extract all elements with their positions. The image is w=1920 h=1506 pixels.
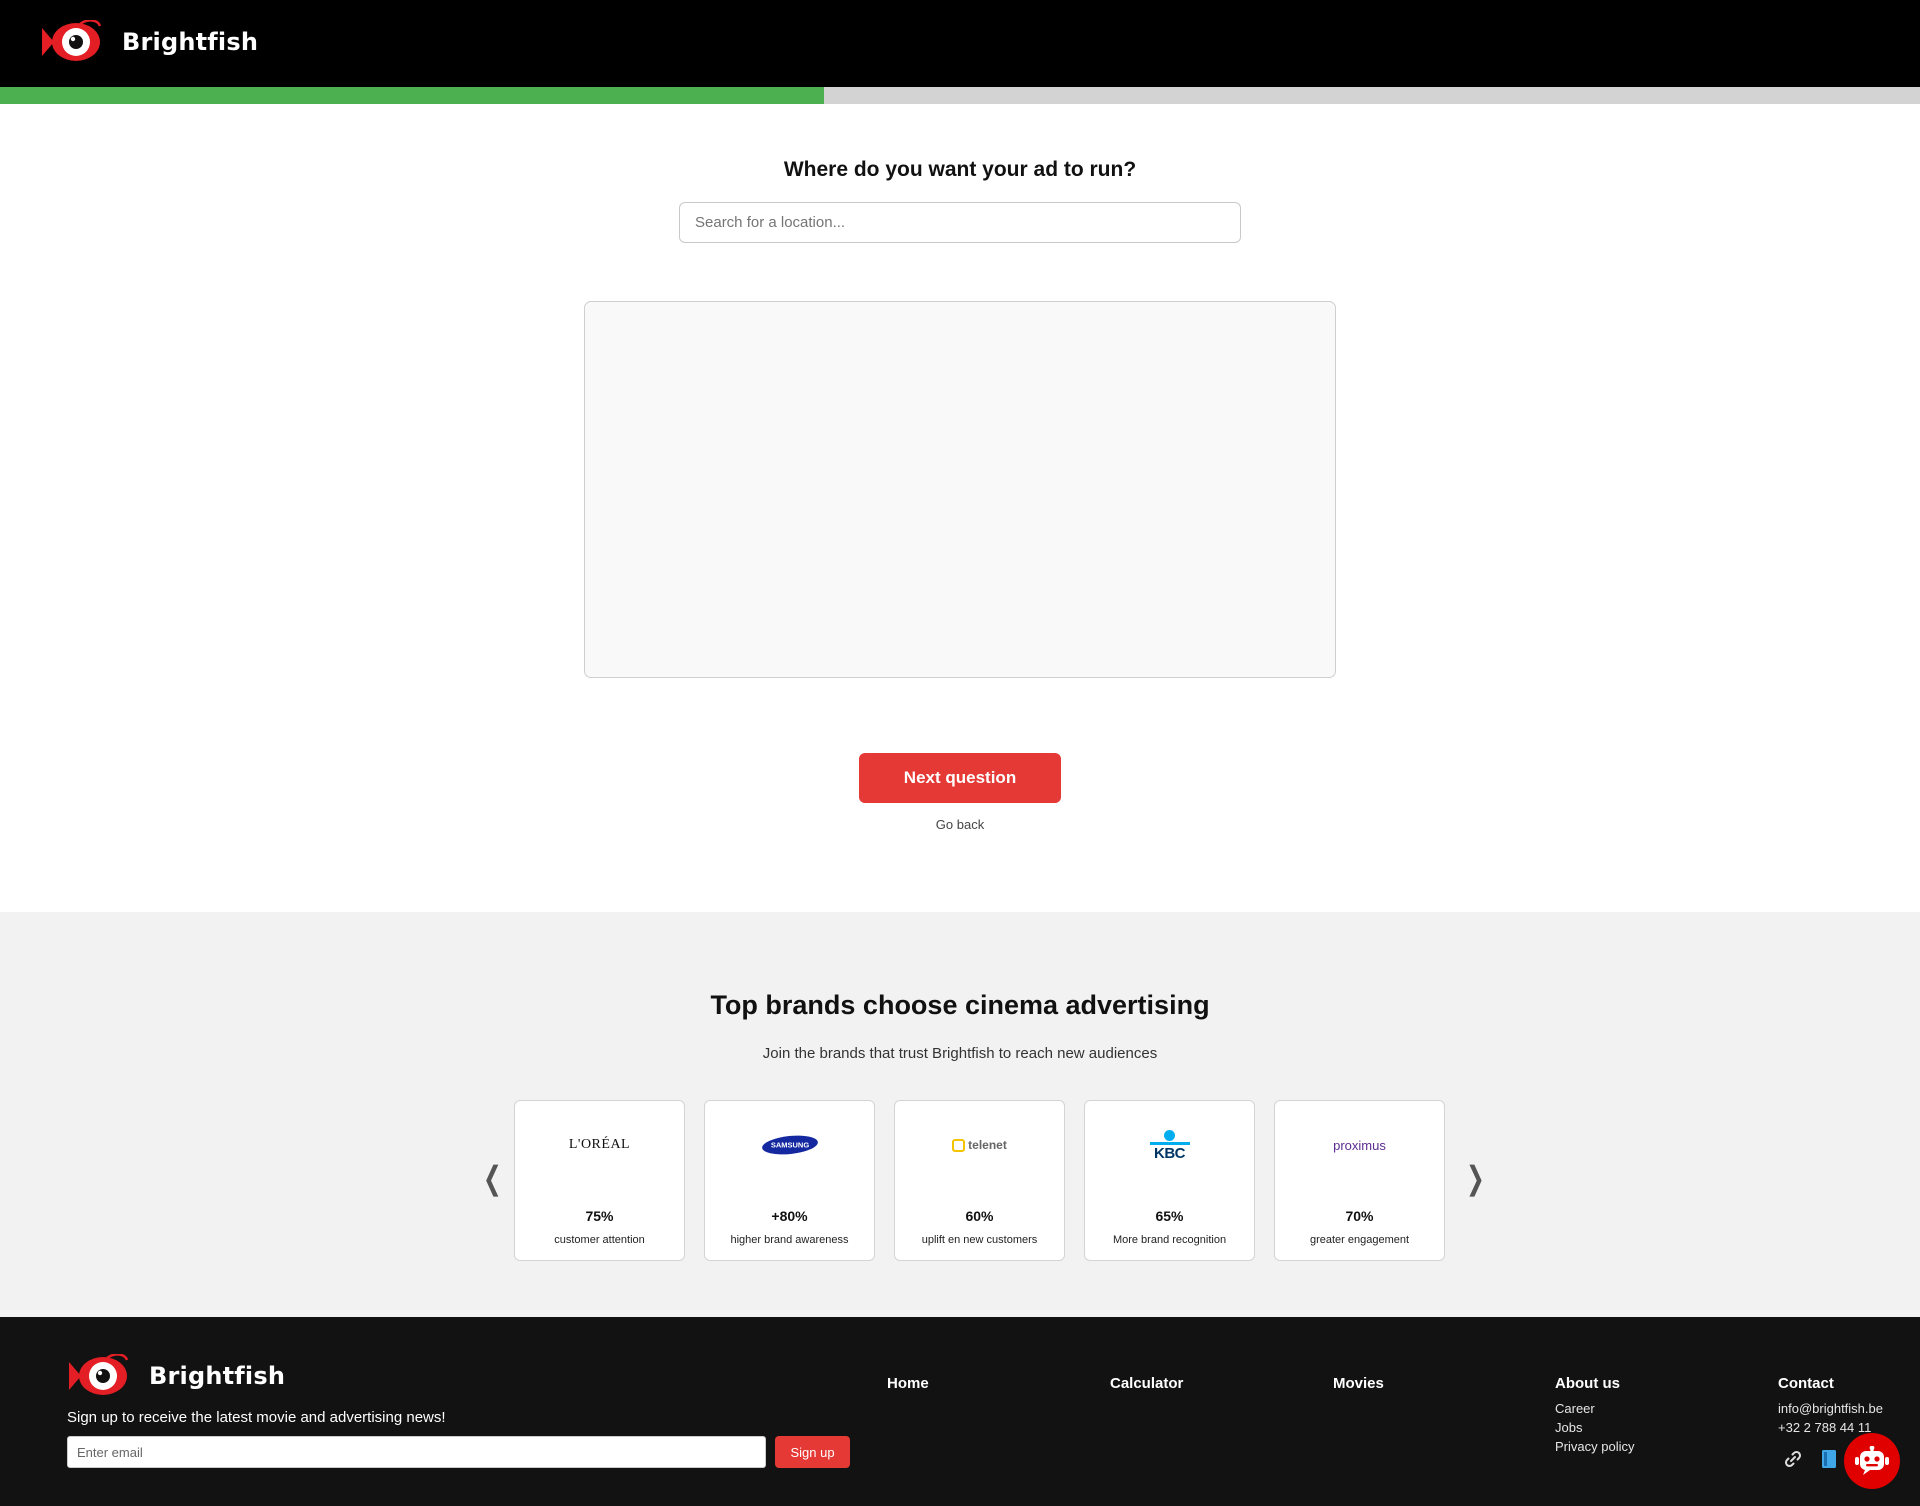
card-stat: 60% [965, 1208, 994, 1224]
card-stat: 70% [1345, 1208, 1374, 1224]
go-back-link[interactable]: Go back [936, 817, 984, 832]
card-stat: 75% [585, 1208, 614, 1224]
brand-card-kbc: KBC 65% More brand recognition [1084, 1100, 1255, 1261]
telenet-logo: telenet [895, 1127, 1064, 1163]
map-area[interactable] [584, 301, 1336, 678]
card-label: uplift en new customers [921, 1234, 1038, 1246]
card-stat: +80% [771, 1208, 808, 1224]
newsletter-email-input[interactable] [67, 1436, 766, 1468]
fish-eye-icon [42, 20, 102, 61]
link-icon[interactable] [1782, 1448, 1804, 1470]
footer-link-about[interactable]: About us [1555, 1375, 1634, 1392]
logo-text: Brightfish [122, 28, 259, 56]
brand-carousel: L'ORÉAL 75% customer attention SAMSUNG +… [514, 1100, 1445, 1261]
chevron-left-icon[interactable]: ❮ [483, 1162, 502, 1194]
footer-col-about: About us Career Jobs Privacy policy [1555, 1375, 1634, 1459]
brand-card-samsung: SAMSUNG +80% higher brand awareness [704, 1100, 875, 1261]
signup-button[interactable]: Sign up [775, 1436, 850, 1468]
progress-bar [0, 87, 1920, 104]
brands-title: Top brands choose cinema advertising [710, 990, 1210, 1020]
card-stat: 65% [1155, 1208, 1184, 1224]
footer-logo-text: Brightfish [149, 1362, 286, 1390]
book-icon[interactable] [1818, 1448, 1840, 1470]
footer-link-movies[interactable]: Movies [1333, 1375, 1384, 1392]
footer-link-home[interactable]: Home [887, 1375, 929, 1392]
card-label: More brand recognition [1112, 1234, 1227, 1246]
card-label: greater engagement [1309, 1234, 1410, 1246]
svg-text:SAMSUNG: SAMSUNG [770, 1141, 809, 1150]
next-question-button[interactable]: Next question [859, 753, 1061, 803]
footer-brightfish-logo[interactable]: Brightfish [67, 1354, 285, 1398]
footer-col-movies: Movies [1333, 1375, 1384, 1402]
site-header: Brightfish [0, 0, 1920, 87]
footer-contact-title: Contact [1778, 1375, 1834, 1392]
question-title: Where do you want your ad to run? [783, 158, 1137, 181]
footer-col-calculator: Calculator [1110, 1375, 1183, 1402]
footer-link-career[interactable]: Career [1555, 1402, 1634, 1416]
brands-section: Top brands choose cinema advertising Joi… [0, 912, 1920, 1317]
brightfish-logo[interactable]: Brightfish [40, 20, 258, 64]
brand-card-telenet: telenet 60% uplift en new customers [894, 1100, 1065, 1261]
footer-link-calculator[interactable]: Calculator [1110, 1375, 1183, 1392]
brands-subtitle: Join the brands that trust Brightfish to… [762, 1045, 1158, 1062]
robot-icon [1855, 1446, 1889, 1475]
loreal-logo: L'ORÉAL [568, 1137, 631, 1152]
samsung-logo: SAMSUNG [705, 1127, 874, 1163]
social-icons [1782, 1448, 1840, 1470]
proximus-logo: proximus [1333, 1137, 1386, 1153]
footer-contact-email[interactable]: info@brightfish.be [1778, 1402, 1883, 1416]
fish-eye-icon [69, 1354, 129, 1395]
footer-link-privacy[interactable]: Privacy policy [1555, 1440, 1634, 1454]
footer-link-jobs[interactable]: Jobs [1555, 1421, 1634, 1435]
go-back-row: Go back [0, 817, 1920, 832]
location-search-input[interactable] [679, 202, 1241, 243]
footer-col-contact: Contact info@brightfish.be +32 2 788 44 … [1778, 1375, 1883, 1440]
card-label: higher brand awareness [730, 1234, 849, 1246]
footer-col-home: Home [887, 1375, 929, 1402]
progress-fill [0, 87, 824, 104]
chevron-right-icon[interactable]: ❯ [1466, 1162, 1485, 1194]
brand-card-loreal: L'ORÉAL 75% customer attention [514, 1100, 685, 1261]
kbc-logo: KBC [1085, 1127, 1254, 1163]
card-label: customer attention [554, 1234, 645, 1246]
site-footer: Brightfish Sign up to receive the latest… [0, 1317, 1920, 1506]
newsletter-text: Sign up to receive the latest movie and … [67, 1409, 446, 1426]
chatbot-button[interactable] [1844, 1433, 1900, 1489]
brand-card-proximus: proximus 70% greater engagement [1274, 1100, 1445, 1261]
